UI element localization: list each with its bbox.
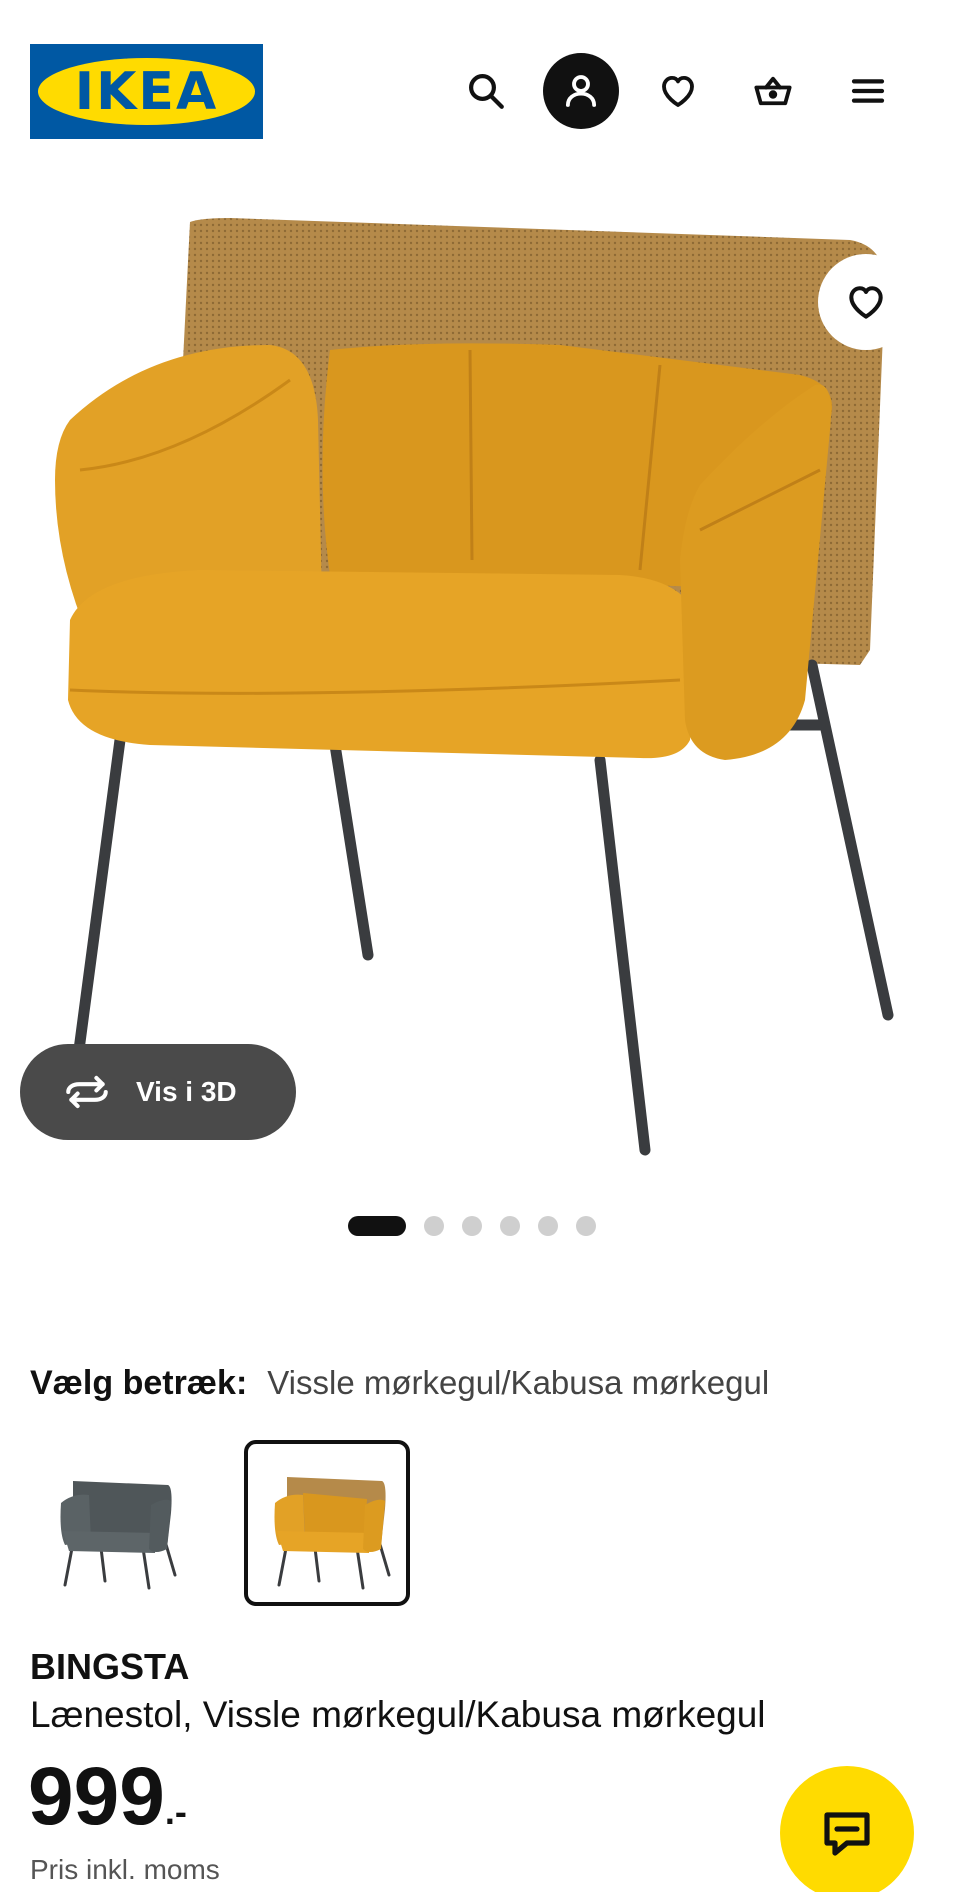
armchair-image [55,218,894,1156]
price-integer: 999 [28,1751,165,1842]
chat-button[interactable] [780,1766,914,1892]
view-in-3d-label: Vis i 3D [136,1076,237,1107]
gallery-dot[interactable] [500,1216,520,1236]
variant-thumb-grey[interactable] [30,1440,196,1606]
product-description: Lænestol, Vissle mørkegul/Kabusa mørkegu… [30,1694,766,1735]
heart-icon [849,286,883,319]
gallery-pagination [348,1216,614,1236]
variant-thumbnails [30,1440,458,1606]
price-note: Pris inkl. moms [30,1854,220,1885]
variant-selector-heading: Vælg betræk: Vissle mørkegul/Kabusa mørk… [30,1364,769,1403]
gallery-dot[interactable] [462,1216,482,1236]
site-header: IKEA [0,0,960,170]
price-suffix: .- [164,1791,187,1832]
product-image[interactable] [0,190,960,1190]
menu-icon[interactable] [830,53,906,129]
grey-armchair-thumbnail [60,1481,177,1590]
view-in-3d-button[interactable]: Vis i 3D [20,1044,296,1140]
gallery-dot[interactable] [538,1216,558,1236]
rotate-3d-icon [66,1075,108,1109]
variant-label: Vælg betræk: [30,1364,248,1402]
search-icon[interactable] [448,53,524,129]
product-price: 999 .- [28,1756,187,1838]
product-name: BINGSTA [30,1646,190,1687]
heart-icon[interactable] [640,53,716,129]
logo-text: IKEA [74,61,219,122]
chat-icon [824,1812,870,1856]
basket-icon[interactable] [735,53,811,129]
variant-value: Vissle mørkegul/Kabusa mørkegul [267,1364,770,1401]
gallery-dot[interactable] [576,1216,596,1236]
gallery-dot-active[interactable] [348,1216,406,1236]
variant-thumb-yellow[interactable] [244,1440,410,1606]
add-to-favourites-button[interactable] [818,254,914,350]
ikea-logo[interactable]: IKEA [30,44,263,139]
gallery-dot[interactable] [424,1216,444,1236]
profile-icon[interactable] [543,53,619,129]
yellow-armchair-thumbnail [274,1477,391,1590]
